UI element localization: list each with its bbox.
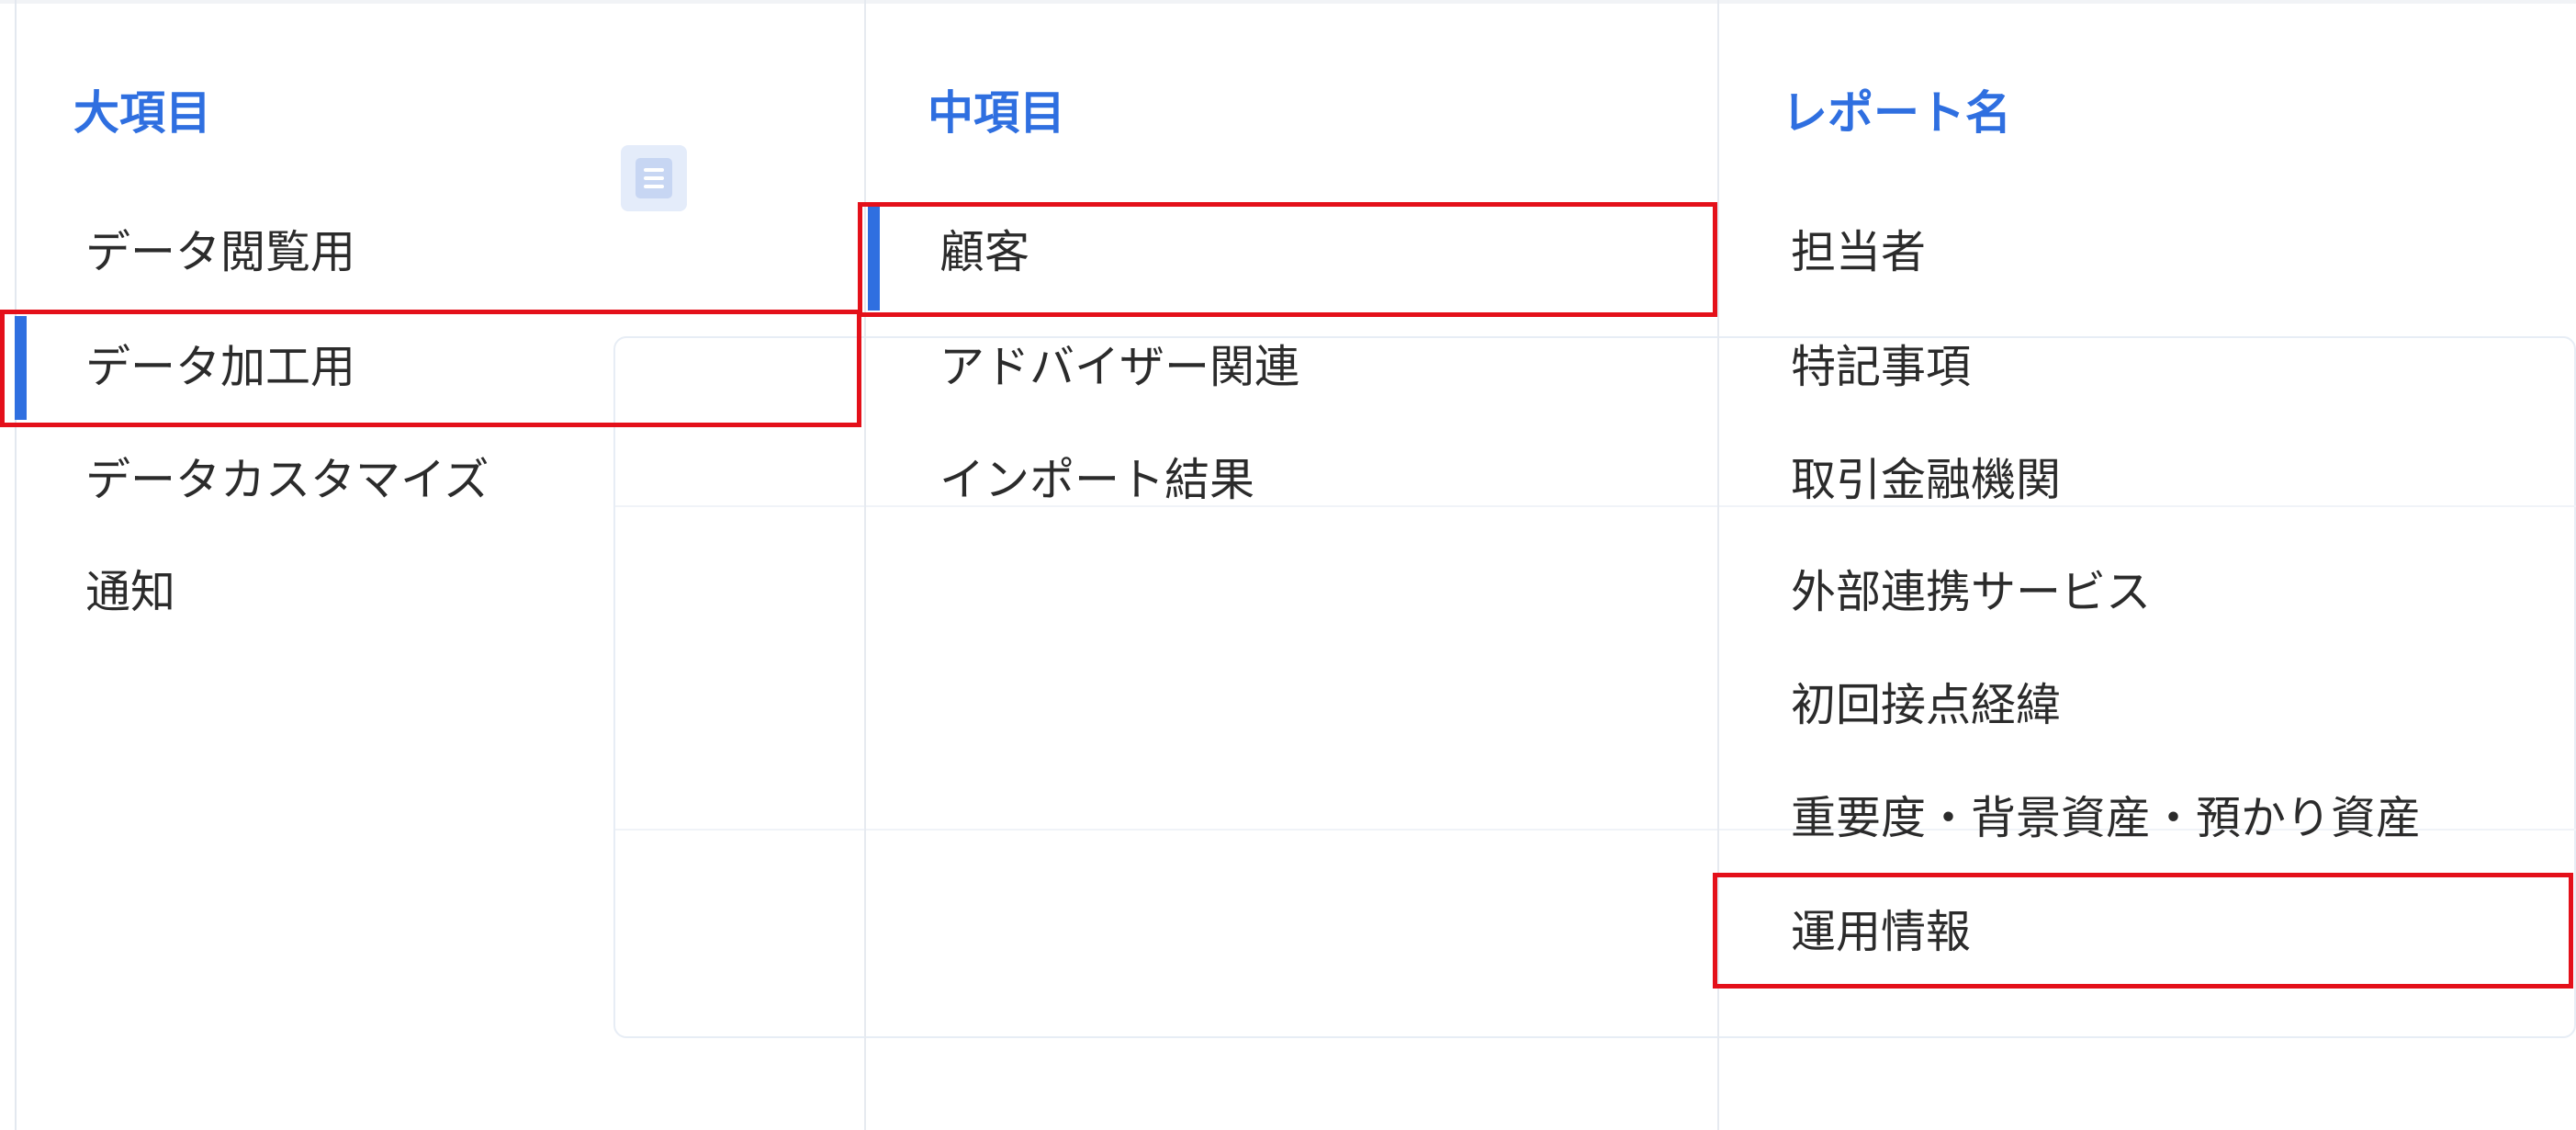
- report-item-first-contact[interactable]: 初回接点経緯: [1791, 673, 2061, 738]
- highlight-box-major-selection: [0, 310, 861, 427]
- middle-item-advisor[interactable]: アドバイザー関連: [939, 335, 1299, 400]
- top-border: [0, 0, 2576, 4]
- left-border: [15, 0, 17, 1130]
- major-category-header: 大項目: [73, 86, 211, 140]
- report-item-special-notes[interactable]: 特記事項: [1791, 335, 1971, 400]
- middle-item-import-result[interactable]: インポート結果: [939, 448, 1254, 513]
- background-divider: [615, 505, 2576, 507]
- middle-category-header: 中項目: [928, 86, 1065, 140]
- highlight-box-middle-selection: [858, 202, 1717, 317]
- report-item-person-in-charge[interactable]: 担当者: [1791, 220, 1926, 285]
- highlight-box-report-selection: [1713, 873, 2573, 989]
- major-item-data-view[interactable]: データ閲覧用: [85, 220, 355, 285]
- column-divider: [864, 0, 866, 1130]
- report-item-financial-institutions[interactable]: 取引金融機関: [1791, 448, 2061, 513]
- report-item-importance-assets[interactable]: 重要度・背景資産・預かり資産: [1791, 786, 2421, 851]
- major-item-data-customize[interactable]: データカスタマイズ: [85, 448, 489, 513]
- report-name-header: レポート名: [1782, 86, 2011, 140]
- report-item-external-services[interactable]: 外部連携サービス: [1791, 560, 2151, 625]
- major-item-notification[interactable]: 通知: [85, 560, 175, 625]
- document-icon: [621, 145, 687, 211]
